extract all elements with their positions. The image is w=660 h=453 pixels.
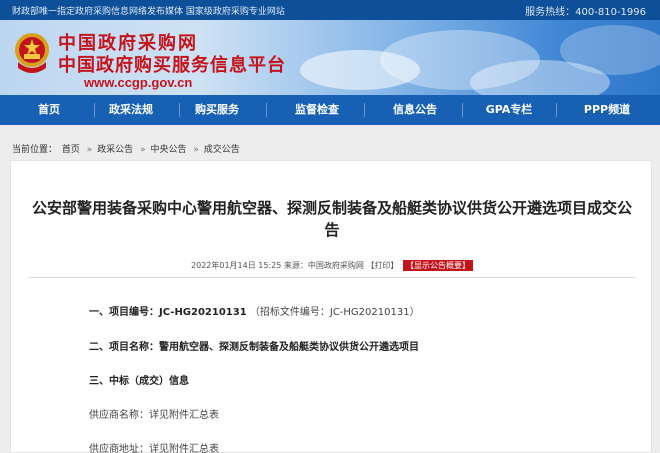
show-summary-button[interactable]: 【显示公告概要】 bbox=[402, 260, 473, 271]
breadcrumb: 当前位置： 首页 » 政采公告 » 中央公告 » 成交公告 bbox=[12, 142, 242, 155]
project-name: 警用航空器、探测反制装备及船艇类协议供货公开遴选项目 bbox=[159, 342, 419, 353]
supplier-name-row: 供应商名称：详见附件汇总表 bbox=[89, 406, 219, 421]
tender-doc-number: （招标文件编号：JC-HG20210131） bbox=[249, 307, 420, 318]
hotline-label: 服务热线： bbox=[525, 7, 576, 18]
section-label: 二、项目名称： bbox=[89, 342, 159, 353]
national-emblem-icon[interactable] bbox=[12, 30, 52, 76]
supplier-address-value: 详见附件汇总表 bbox=[149, 444, 219, 453]
hotline-number: 400-810-1996 bbox=[575, 7, 646, 18]
supplier-name-label: 供应商名称： bbox=[89, 410, 149, 421]
article-card: 公安部警用装备采购中心警用航空器、探测反制装备及船艇类协议供货公开遴选项目成交公… bbox=[10, 160, 652, 453]
supplier-address-label: 供应商地址： bbox=[89, 444, 149, 453]
nav-announcements[interactable]: 信息公告 bbox=[384, 95, 446, 125]
site-url[interactable]: www.ccgp.gov.cn bbox=[84, 75, 192, 90]
project-number: JC-HG20210131 bbox=[159, 307, 247, 318]
site-banner: 中国政府采购网 中国政府购买服务信息平台 www.ccgp.gov.cn bbox=[0, 20, 660, 95]
nav-home[interactable]: 首页 bbox=[20, 95, 78, 125]
article-meta: 2022年01月14日 15:25 来源：中国政府采购网 【打印】 【显示公告概… bbox=[11, 260, 653, 271]
top-info-bar: 财政部唯一指定政府采购信息网络发布媒体 国家级政府采购专业网站 服务热线：400… bbox=[0, 0, 660, 20]
breadcrumb-home[interactable]: 首页 bbox=[62, 145, 80, 155]
source-label: 来源： bbox=[283, 261, 308, 270]
breadcrumb-separator: » bbox=[86, 145, 93, 155]
hotline: 服务热线：400-810-1996 bbox=[525, 3, 646, 18]
source-name: 中国政府采购网 bbox=[307, 261, 364, 270]
nav-supervision[interactable]: 监督检查 bbox=[286, 95, 348, 125]
supplier-address-row: 供应商地址：详见附件汇总表 bbox=[89, 440, 219, 453]
main-nav: 首页 政采法规 购买服务 监督检查 信息公告 GPA专栏 PPP频道 bbox=[0, 95, 660, 125]
nav-purchase-services[interactable]: 购买服务 bbox=[186, 95, 248, 125]
section-label: 一、项目编号： bbox=[89, 307, 159, 318]
breadcrumb-prefix: 当前位置： bbox=[12, 145, 58, 155]
divider bbox=[29, 277, 635, 278]
section-project-name: 二、项目名称：警用航空器、探测反制装备及船艇类协议供货公开遴选项目 bbox=[89, 338, 419, 353]
breadcrumb-separator: » bbox=[193, 145, 199, 155]
print-link[interactable]: 【打印】 bbox=[366, 261, 398, 270]
nav-ppp[interactable]: PPP频道 bbox=[572, 95, 642, 125]
site-slogan: 财政部唯一指定政府采购信息网络发布媒体 国家级政府采购专业网站 bbox=[12, 7, 285, 17]
breadcrumb-procurement[interactable]: 政采公告 bbox=[97, 145, 133, 155]
article-title: 公安部警用装备采购中心警用航空器、探测反制装备及船艇类协议供货公开遴选项目成交公… bbox=[31, 199, 632, 239]
nav-regulations[interactable]: 政采法规 bbox=[100, 95, 162, 125]
publish-date: 2022年01月14日 15:25 bbox=[191, 261, 282, 270]
site-name-line2[interactable]: 中国政府购买服务信息平台 bbox=[58, 51, 286, 77]
supplier-name-value: 详见附件汇总表 bbox=[149, 410, 219, 421]
breadcrumb-central[interactable]: 中央公告 bbox=[150, 145, 186, 155]
breadcrumb-deal[interactable]: 成交公告 bbox=[204, 145, 240, 155]
section-label: 三、中标（成交）信息 bbox=[89, 376, 189, 387]
breadcrumb-separator: » bbox=[140, 145, 146, 155]
section-award-info: 三、中标（成交）信息 bbox=[89, 372, 189, 387]
nav-gpa[interactable]: GPA专栏 bbox=[478, 95, 540, 125]
section-project-number: 一、项目编号：JC-HG20210131 （招标文件编号：JC-HG202101… bbox=[89, 303, 420, 318]
